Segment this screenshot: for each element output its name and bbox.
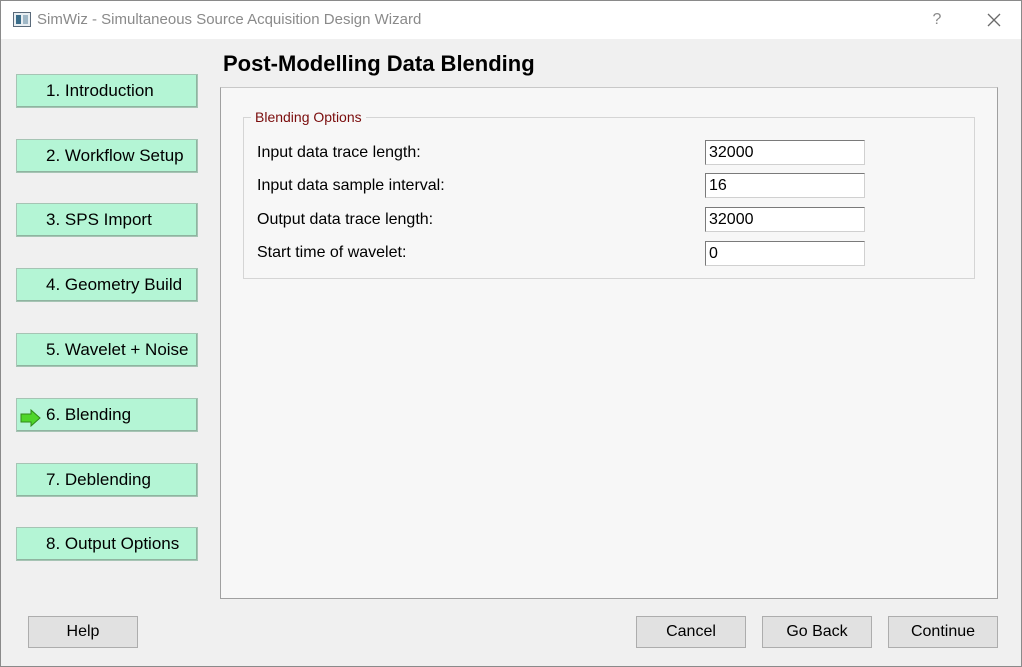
nav-item-deblending[interactable]: 7. Deblending xyxy=(16,463,198,497)
nav-item-sps-import[interactable]: 3. SPS Import xyxy=(16,203,198,237)
help-button[interactable]: Help xyxy=(28,616,138,648)
nav-item-geometry-build[interactable]: 4. Geometry Build xyxy=(16,268,198,302)
wavelet-start-time-label: Start time of wavelet: xyxy=(257,244,407,261)
window-title: SimWiz - Simultaneous Source Acquisition… xyxy=(37,11,422,28)
nav-item-label: 3. SPS Import xyxy=(46,210,152,229)
output-trace-length-label: Output data trace length: xyxy=(257,211,434,228)
nav-item-label: 4. Geometry Build xyxy=(46,275,183,294)
input-sample-interval-label: Input data sample interval: xyxy=(257,177,445,194)
group-title: Blending Options xyxy=(251,109,366,125)
nav-item-label: 1. Introduction xyxy=(46,81,154,100)
right-arrow-icon xyxy=(20,406,42,438)
continue-button[interactable]: Continue xyxy=(888,616,998,648)
output-trace-length-field[interactable] xyxy=(705,207,865,232)
wizard-window: SimWiz - Simultaneous Source Acquisition… xyxy=(0,0,1022,667)
nav-item-workflow-setup[interactable]: 2. Workflow Setup xyxy=(16,139,198,173)
nav-item-label: 7. Deblending xyxy=(46,470,151,489)
input-trace-length-label: Input data trace length: xyxy=(257,144,421,161)
nav-item-wavelet-noise[interactable]: 5. Wavelet + Noise xyxy=(16,333,198,367)
close-icon[interactable] xyxy=(981,7,1007,33)
nav-item-output-options[interactable]: 8. Output Options xyxy=(16,527,198,561)
page-title: Post-Modelling Data Blending xyxy=(223,51,535,76)
window-app-icon xyxy=(13,12,31,27)
nav-item-blending[interactable]: 6. Blending xyxy=(16,398,198,432)
nav-item-introduction[interactable]: 1. Introduction xyxy=(16,74,198,108)
nav-item-label: 8. Output Options xyxy=(46,534,180,553)
go-back-button[interactable]: Go Back xyxy=(762,616,872,648)
title-bar: SimWiz - Simultaneous Source Acquisition… xyxy=(1,1,1021,39)
help-title-button[interactable]: ? xyxy=(925,7,949,33)
input-sample-interval-field[interactable] xyxy=(705,173,865,198)
input-trace-length-field[interactable] xyxy=(705,140,865,165)
nav-item-label: 6. Blending xyxy=(46,405,132,424)
cancel-button[interactable]: Cancel xyxy=(636,616,746,648)
nav-item-label: 2. Workflow Setup xyxy=(46,146,184,165)
wavelet-start-time-field[interactable] xyxy=(705,241,865,266)
nav-item-label: 5. Wavelet + Noise xyxy=(46,340,189,359)
